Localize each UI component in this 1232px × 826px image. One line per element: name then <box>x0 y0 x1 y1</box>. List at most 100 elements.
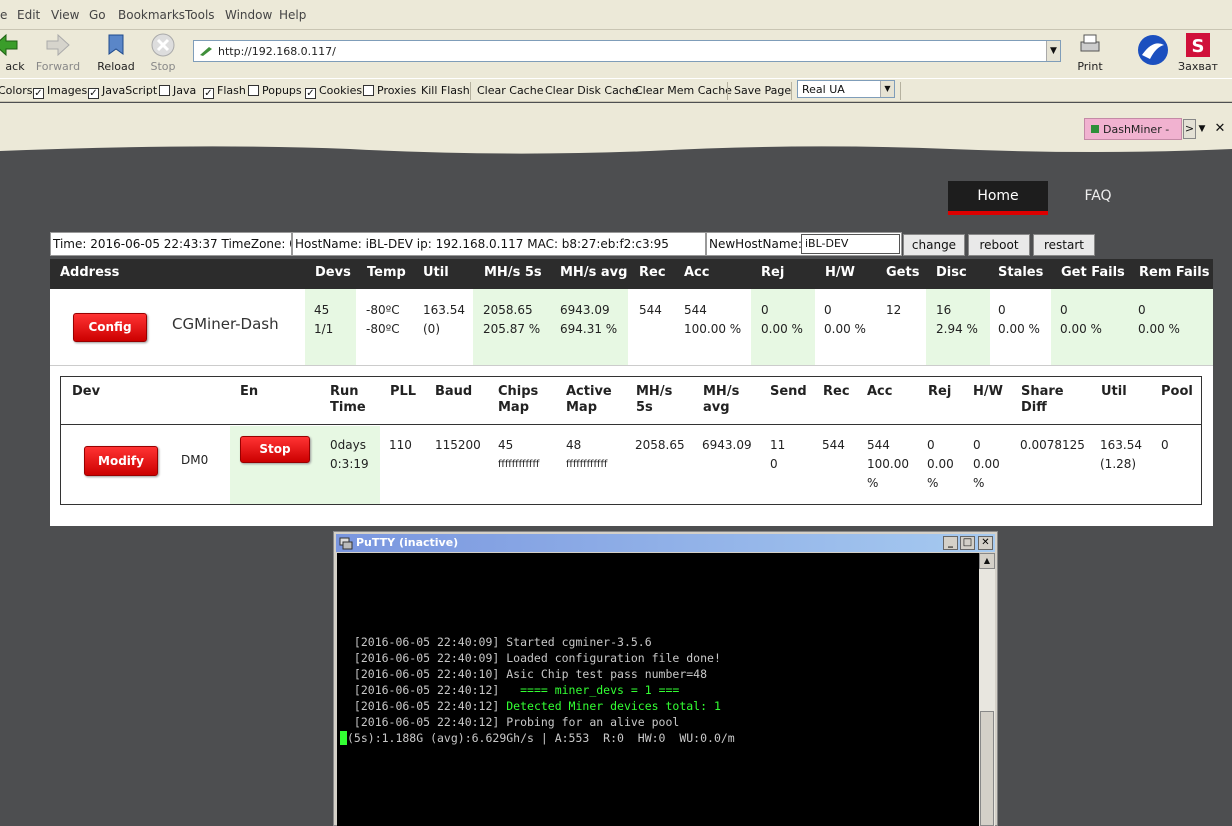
rec-value: 544 <box>639 303 662 317</box>
menu-tools[interactable]: Tools <box>185 8 215 22</box>
stop-button[interactable]: Stop <box>137 32 189 76</box>
terminal-cursor <box>340 731 347 745</box>
util-value: 163.54 (0) <box>423 303 465 336</box>
menu-bookmarks[interactable]: Bookmarks <box>118 8 185 22</box>
tab-scroll-right-icon[interactable]: > <box>1183 119 1196 139</box>
pool-value: 0 <box>1161 438 1169 452</box>
col-acc: Acc <box>867 384 893 399</box>
popups-check[interactable] <box>248 85 259 96</box>
menu-file-partial[interactable]: e <box>0 8 7 22</box>
user-agent-select[interactable]: Real UA ▼ <box>797 80 895 98</box>
clear-cache-button[interactable]: Clear Cache <box>477 84 543 97</box>
col-mhsavg: MH/s avg <box>703 384 740 415</box>
send-value: 11 0 <box>770 438 786 471</box>
col-en: En <box>240 384 259 399</box>
images-check[interactable]: ✓ <box>33 88 44 99</box>
proxies-check[interactable] <box>363 85 374 96</box>
java-checkbox[interactable]: Java <box>159 84 196 97</box>
terminal-line: [2016-06-05 22:40:09] Started cgminer-3.… <box>347 635 652 649</box>
config-button[interactable]: Config <box>73 313 147 342</box>
scroll-thumb[interactable] <box>980 711 994 826</box>
tab-list-chevron-icon[interactable]: ▼ <box>1196 119 1208 139</box>
address-bar[interactable]: http://192.168.0.117/ ▼ <box>193 40 1061 62</box>
col-mhs5s: MH/s 5s <box>484 265 542 280</box>
print-button[interactable]: Print <box>1064 32 1116 76</box>
scroll-up-icon[interactable]: ▲ <box>979 553 995 569</box>
col-mhsavg: MH/s avg <box>560 265 628 280</box>
reload-button[interactable]: Reload <box>90 32 142 76</box>
terminal-line: [2016-06-05 22:40:10] Asic Chip test pas… <box>347 667 708 681</box>
capture-s-icon: S <box>1186 33 1210 57</box>
dev-mhs5s-value: 2058.65 <box>635 438 685 452</box>
chevron-down-icon[interactable]: ▼ <box>880 81 894 97</box>
change-button[interactable]: change <box>903 234 965 256</box>
close-tab-icon[interactable]: ✕ <box>1213 119 1227 139</box>
getfails-value: 0 0.00 % <box>1060 303 1102 336</box>
clear-disk-cache-button[interactable]: Clear Disk Cache <box>545 84 639 97</box>
pll-value: 110 <box>389 438 412 452</box>
col-baud: Baud <box>435 384 473 399</box>
save-page-button[interactable]: Save Page <box>734 84 791 97</box>
pref-separator <box>900 82 901 100</box>
cookies-checkbox[interactable]: ✓ Cookies <box>305 84 362 99</box>
putty-titlebar[interactable]: PuTTY (inactive) _ □ ✕ <box>336 534 995 552</box>
col-disc: Disc <box>936 265 967 280</box>
capture-button[interactable]: S Захват <box>1172 32 1224 76</box>
java-check[interactable] <box>159 85 170 96</box>
clear-mem-cache-button[interactable]: Clear Mem Cache <box>635 84 732 97</box>
reboot-button[interactable]: reboot <box>968 234 1030 256</box>
back-button[interactable]: ack <box>0 32 32 76</box>
col-address: Address <box>60 265 120 280</box>
menu-edit[interactable]: Edit <box>17 8 40 22</box>
popups-checkbox[interactable]: Popups <box>248 84 302 97</box>
baud-value: 115200 <box>435 438 481 452</box>
menu-help[interactable]: Help <box>279 8 306 22</box>
kill-flash-button[interactable]: Kill Flash <box>421 84 470 97</box>
new-hostname-input[interactable]: iBL-DEV <box>801 234 900 254</box>
nav-faq[interactable]: FAQ <box>1058 181 1138 215</box>
col-remfails: Rem Fails <box>1139 265 1210 280</box>
putty-window[interactable]: PuTTY (inactive) _ □ ✕ [2016-06-05 22:40… <box>333 531 998 826</box>
menu-view[interactable]: View <box>51 8 79 22</box>
minimize-icon[interactable]: _ <box>943 536 958 550</box>
images-checkbox[interactable]: ✓ Images <box>33 84 87 99</box>
restart-button[interactable]: restart <box>1033 234 1095 256</box>
col-rec: Rec <box>823 384 850 399</box>
dev-acc-value: 544 100.00% <box>867 438 909 490</box>
svg-text:S: S <box>1192 36 1205 57</box>
run-time-value: 0days 0:3:19 <box>330 438 369 471</box>
proxies-checkbox[interactable]: Proxies <box>363 84 416 97</box>
flash-check[interactable]: ✓ <box>203 88 214 99</box>
flash-checkbox[interactable]: ✓ Flash <box>203 84 246 99</box>
menu-window[interactable]: Window <box>225 8 272 22</box>
reload-icon <box>108 34 124 55</box>
forward-button[interactable]: Forward <box>32 32 84 76</box>
col-util: Util <box>423 265 449 280</box>
nav-home[interactable]: Home <box>948 181 1048 215</box>
time-info: Time: 2016-06-05 22:43:37 TimeZone: 0 <box>50 232 292 256</box>
dev-mhsavg-value: 6943.09 <box>702 438 752 452</box>
miner-panel: Address Devs Temp Util MH/s 5s MH/s avg … <box>50 259 1213 526</box>
terminal-output[interactable]: [2016-06-05 22:40:09] Started cgminer-3.… <box>337 553 979 826</box>
cookies-check[interactable]: ✓ <box>305 88 316 99</box>
page-icon <box>200 47 212 56</box>
summary-header: Address Devs Temp Util MH/s 5s MH/s avg … <box>50 259 1213 289</box>
close-icon[interactable]: ✕ <box>978 536 993 550</box>
modify-button[interactable]: Modify <box>84 446 158 476</box>
col-share-diff: Share Diff <box>1021 384 1064 415</box>
menu-go[interactable]: Go <box>89 8 106 22</box>
terminal-status-line: (5s):1.188G (avg):6.629Gh/s | A:553 R:0 … <box>340 731 735 745</box>
colors-toggle[interactable]: Colors <box>0 84 32 97</box>
javascript-checkbox[interactable]: ✓ JavaScript <box>88 84 157 99</box>
info-bar: Time: 2016-06-05 22:43:37 TimeZone: 0 Ho… <box>50 232 1096 256</box>
dev-rej-value: 0 0.00% <box>927 438 954 490</box>
terminal-scrollbar[interactable]: ▲ <box>979 553 995 826</box>
tab-dashminer[interactable]: DashMiner - ... <box>1084 118 1182 149</box>
maximize-icon[interactable]: □ <box>960 536 975 550</box>
javascript-check[interactable]: ✓ <box>88 88 99 99</box>
stop-device-button[interactable]: Stop <box>240 436 310 463</box>
col-mhs5s: MH/s 5s <box>636 384 673 415</box>
printer-icon <box>1080 34 1100 52</box>
url-dropdown-arrow[interactable]: ▼ <box>1046 41 1060 61</box>
chips-map-value: 45 ffffffffffff <box>498 438 540 470</box>
